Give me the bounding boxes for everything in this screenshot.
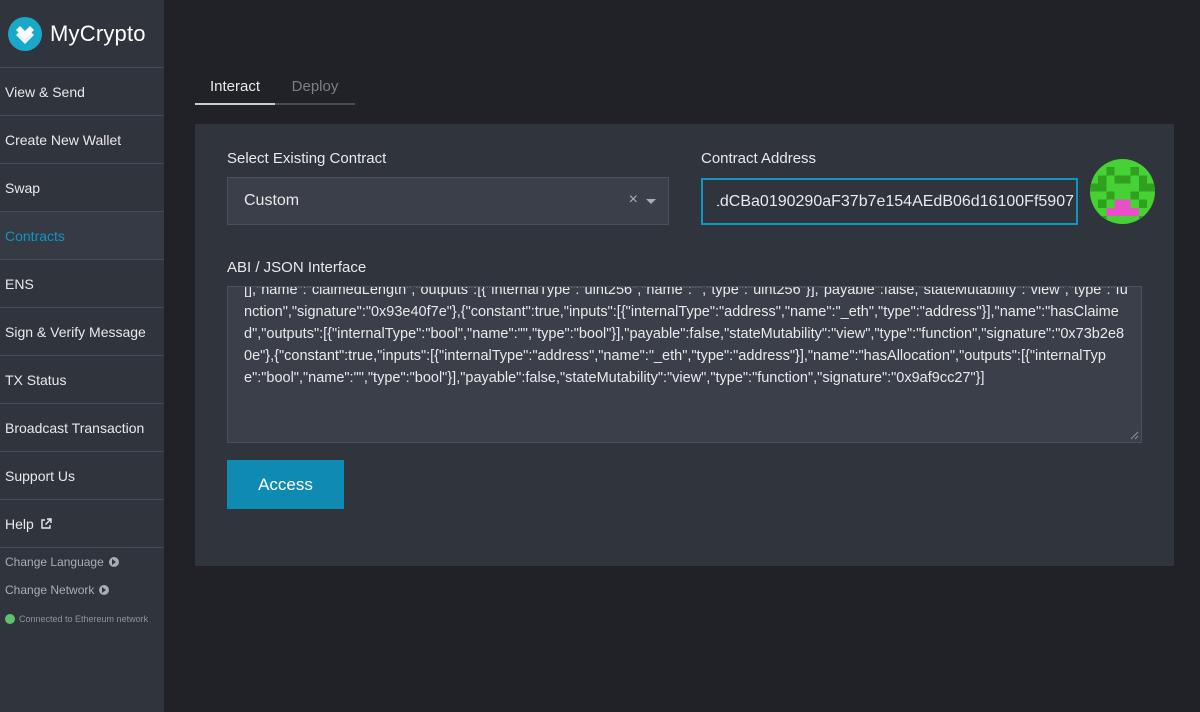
- sidebar: MyCrypto View & Send Create New Wallet S…: [0, 0, 164, 712]
- change-network-label: Change Network: [5, 583, 95, 597]
- mycrypto-logo-icon: [8, 16, 42, 51]
- status-dot-icon: [5, 614, 15, 624]
- sidebar-item-swap[interactable]: Swap: [0, 164, 164, 212]
- change-language-link[interactable]: Change Language: [0, 548, 164, 576]
- clear-icon[interactable]: ×: [629, 191, 638, 209]
- change-network-link[interactable]: Change Network: [0, 576, 164, 604]
- sidebar-item-label: Sign & Verify Message: [5, 323, 146, 340]
- external-link-icon: [41, 517, 52, 529]
- contract-select[interactable]: Custom ×: [227, 177, 669, 225]
- sidebar-item-help[interactable]: Help: [0, 500, 164, 548]
- abi-label: ABI / JSON Interface: [227, 259, 367, 276]
- contract-address-input[interactable]: [701, 178, 1078, 225]
- network-status-label: Connected to Ethereum network: [19, 614, 149, 624]
- sidebar-item-label: ENS: [5, 275, 34, 292]
- sidebar-item-broadcast[interactable]: Broadcast Transaction: [0, 404, 164, 452]
- access-button[interactable]: Access: [227, 460, 344, 509]
- sidebar-item-label: Help: [5, 515, 34, 532]
- tab-deploy[interactable]: Deploy: [275, 73, 355, 105]
- sidebar-item-create-wallet[interactable]: Create New Wallet: [0, 116, 164, 164]
- tab-bar: Interact Deploy: [195, 73, 355, 105]
- sidebar-item-label: Support Us: [5, 467, 76, 484]
- address-identicon: [1090, 159, 1155, 224]
- sidebar-item-label: Broadcast Transaction: [5, 419, 145, 436]
- arrow-right-circle-icon: [99, 585, 110, 595]
- sidebar-item-view-send[interactable]: View & Send: [0, 68, 164, 116]
- chevron-down-icon[interactable]: [646, 199, 656, 204]
- sidebar-item-support[interactable]: Support Us: [0, 452, 164, 500]
- contract-address-label: Contract Address: [701, 150, 817, 167]
- change-language-label: Change Language: [5, 555, 104, 569]
- select-contract-label: Select Existing Contract: [227, 150, 387, 167]
- app-name: MyCrypto: [50, 20, 146, 46]
- contract-select-value: Custom: [244, 192, 300, 209]
- sidebar-item-contracts[interactable]: Contracts: [0, 212, 164, 260]
- sidebar-item-label: TX Status: [5, 371, 67, 388]
- resize-grip-icon[interactable]: [1130, 431, 1139, 440]
- contract-interact-panel: Select Existing Contract Custom × Contra…: [195, 124, 1174, 566]
- arrow-right-circle-icon: [108, 557, 119, 567]
- sidebar-item-tx-status[interactable]: TX Status: [0, 356, 164, 404]
- abi-text: [],"name":"claimedLength","outputs":[{"i…: [244, 286, 1128, 386]
- sidebar-item-label: Swap: [5, 179, 41, 196]
- sidebar-item-label: Create New Wallet: [5, 131, 122, 148]
- abi-textarea[interactable]: [],"name":"claimedLength","outputs":[{"i…: [227, 286, 1142, 443]
- network-status: Connected to Ethereum network: [0, 604, 164, 634]
- tab-interact[interactable]: Interact: [195, 73, 275, 105]
- sidebar-item-label: Contracts: [5, 227, 65, 244]
- logo[interactable]: MyCrypto: [0, 0, 164, 68]
- sidebar-item-label: View & Send: [5, 83, 85, 100]
- sidebar-item-sign-verify[interactable]: Sign & Verify Message: [0, 308, 164, 356]
- sidebar-item-ens[interactable]: ENS: [0, 260, 164, 308]
